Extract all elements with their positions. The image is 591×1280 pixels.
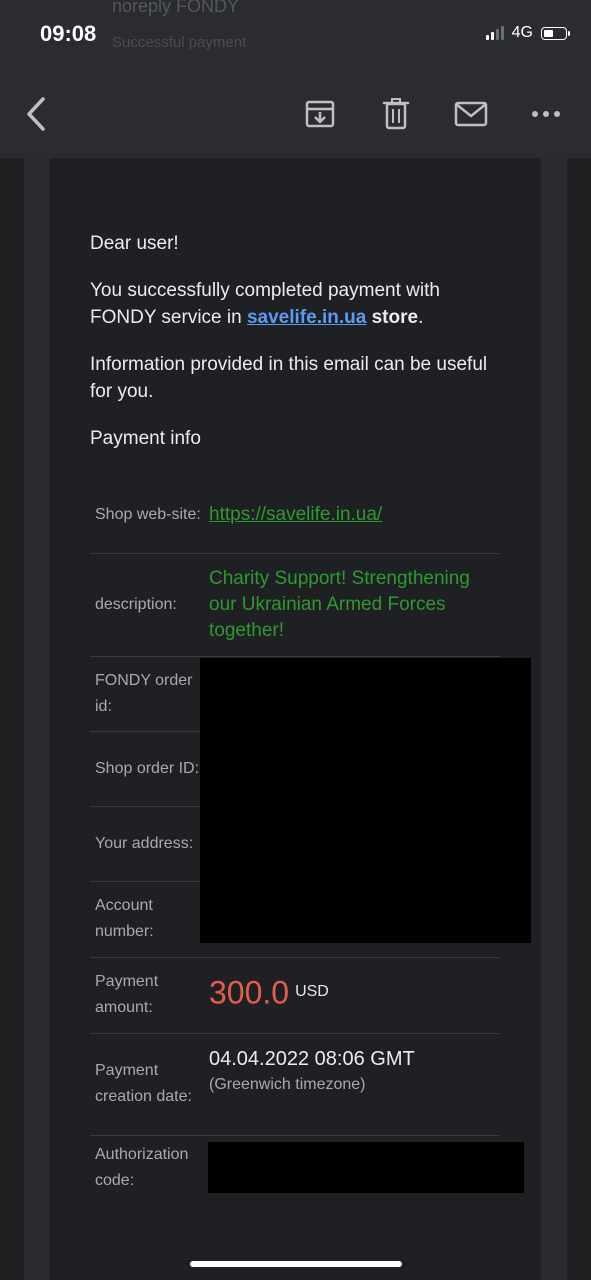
mail-icon bbox=[454, 101, 488, 127]
label-description: description: bbox=[95, 595, 177, 613]
amount-value: 300.0 bbox=[209, 974, 290, 1011]
info-message: Information provided in this email can b… bbox=[90, 354, 488, 402]
label-account: Account number: bbox=[95, 897, 154, 940]
label-website: Shop web-site: bbox=[95, 506, 201, 524]
currency: USD bbox=[295, 982, 329, 1000]
chevron-left-icon bbox=[27, 97, 45, 131]
table-row: Payment creation date: 04.04.2022 08:06 … bbox=[90, 1033, 500, 1135]
timezone-note: (Greenwich timezone) bbox=[209, 1075, 366, 1093]
more-icon bbox=[532, 111, 560, 117]
payment-message: You successfully completed payment with … bbox=[90, 277, 510, 331]
battery-icon bbox=[541, 26, 570, 40]
signal-icon bbox=[485, 26, 504, 40]
label-amount: Payment amount: bbox=[95, 973, 159, 1016]
label-shop-order: Shop order ID: bbox=[95, 759, 200, 777]
mail-button[interactable] bbox=[451, 94, 491, 134]
status-time: 09:08 bbox=[40, 21, 97, 46]
label-address: Your address: bbox=[95, 834, 194, 852]
home-indicator[interactable] bbox=[190, 1261, 402, 1267]
redaction-block bbox=[208, 1142, 524, 1193]
section-title: Payment info bbox=[90, 428, 201, 449]
archive-icon bbox=[305, 100, 335, 128]
label-date: Payment creation date: bbox=[95, 1062, 192, 1105]
greeting: Dear user! bbox=[90, 233, 179, 254]
message-end: . bbox=[418, 307, 424, 328]
status-icons: 4G bbox=[485, 24, 570, 42]
table-row: Shop web-site: https://savelife.in.ua/ bbox=[90, 478, 500, 553]
website-link[interactable]: https://savelife.in.ua/ bbox=[209, 504, 382, 525]
archive-button[interactable] bbox=[300, 94, 340, 134]
ghost-subject: Successful payment bbox=[112, 34, 247, 51]
store-word: store bbox=[371, 307, 419, 328]
label-order-id: FONDY order id: bbox=[95, 671, 193, 715]
shop-link[interactable]: savelife.in.ua bbox=[247, 307, 366, 328]
back-button[interactable] bbox=[16, 94, 56, 134]
table-row: description: Charity Support! Strengthen… bbox=[90, 553, 500, 656]
top-bar: noreply FONDY Successful payment 09:08 4… bbox=[0, 0, 591, 158]
ghost-sender: noreply FONDY bbox=[112, 0, 240, 16]
trash-icon bbox=[382, 98, 410, 130]
redaction-block bbox=[200, 658, 531, 943]
email-content: Dear user! You successfully completed pa… bbox=[90, 230, 510, 452]
network-type: 4G bbox=[511, 24, 533, 41]
more-button[interactable] bbox=[526, 94, 566, 134]
description-value: Charity Support! Strengthening our Ukrai… bbox=[209, 567, 470, 641]
date-value: 04.04.2022 08:06 GMT bbox=[209, 1047, 415, 1070]
label-auth: Authorization code: bbox=[95, 1146, 189, 1190]
trash-button[interactable] bbox=[376, 94, 416, 134]
table-row: Payment amount: 300.0 USD bbox=[90, 957, 500, 1033]
